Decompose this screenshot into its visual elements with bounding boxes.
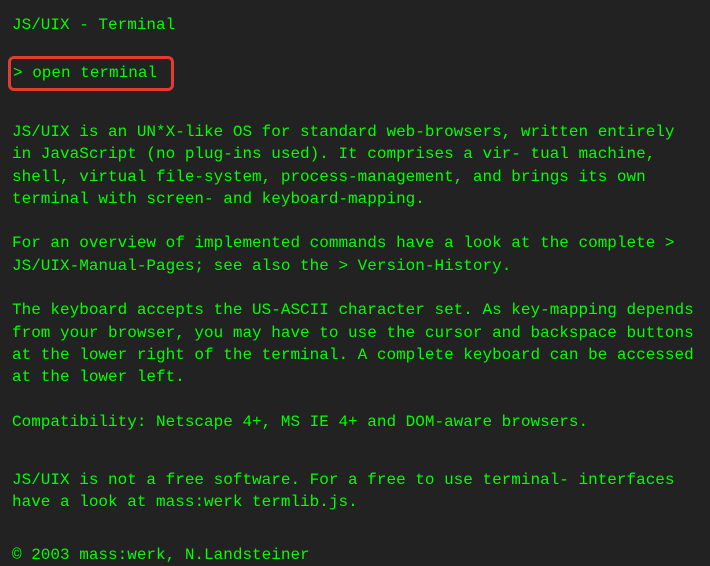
overview-mid: ; see also the >: [194, 257, 357, 275]
version-history-link[interactable]: Version-History: [358, 257, 502, 275]
open-terminal-label: open terminal: [32, 64, 157, 82]
open-terminal-highlight: > open terminal: [8, 56, 174, 90]
overview-pre: For an overview of implemented commands …: [12, 234, 675, 252]
open-terminal-link[interactable]: > open terminal: [13, 64, 157, 82]
not-free-paragraph: JS/UIX is not a free software. For a fre…: [12, 469, 698, 514]
open-terminal-prefix: >: [13, 64, 32, 82]
copyright-text: © 2003 mass:werk, N.Landsteiner: [12, 544, 698, 566]
intro-paragraph: JS/UIX is an UN*X-like OS for standard w…: [12, 121, 698, 211]
manual-pages-link[interactable]: JS/UIX-Manual-Pages: [12, 257, 194, 275]
notfree-post: .: [348, 493, 358, 511]
overview-post: .: [502, 257, 512, 275]
compatibility-paragraph: Compatibility: Netscape 4+, MS IE 4+ and…: [12, 411, 698, 433]
keyboard-paragraph: The keyboard accepts the US-ASCII charac…: [12, 299, 698, 389]
page-title: JS/UIX - Terminal: [12, 14, 698, 36]
termlib-link[interactable]: mass:werk termlib.js: [156, 493, 348, 511]
overview-paragraph: For an overview of implemented commands …: [12, 232, 698, 277]
